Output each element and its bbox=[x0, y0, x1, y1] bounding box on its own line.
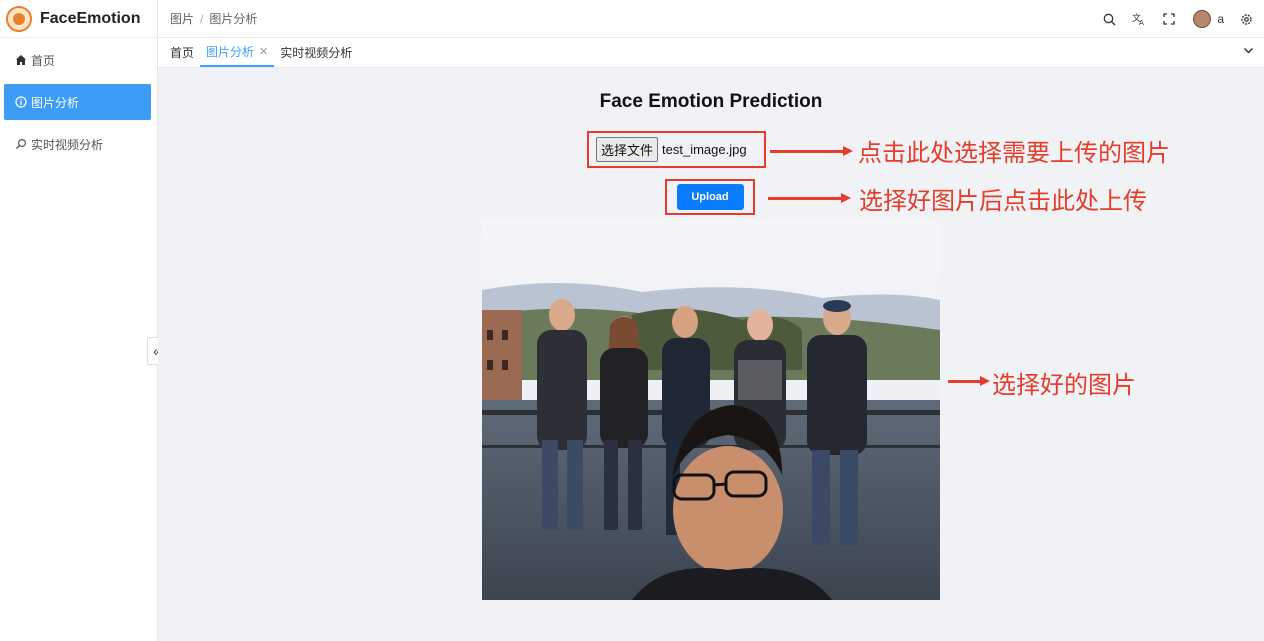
header-actions: 文A a bbox=[1087, 0, 1254, 38]
logo[interactable]: FaceEmotion bbox=[0, 0, 157, 38]
tab-label: 图片分析 bbox=[206, 45, 255, 59]
app-title: FaceEmotion bbox=[40, 9, 141, 27]
upload-button[interactable]: Upload bbox=[676, 184, 744, 210]
choose-file-button[interactable]: 选择文件 bbox=[596, 137, 659, 162]
upload-highlight: Upload bbox=[665, 179, 755, 215]
settings-icon[interactable] bbox=[1238, 11, 1254, 27]
group-selfie-photo bbox=[482, 220, 940, 600]
annotation-image: 选择好的图片 bbox=[992, 372, 1136, 399]
selected-image-preview bbox=[482, 220, 940, 600]
fullscreen-icon[interactable] bbox=[1161, 11, 1177, 27]
info-icon bbox=[14, 96, 28, 108]
file-input-highlight: 选择文件 test_image.jpg bbox=[587, 131, 766, 168]
sidebar-menu: 首页 图片分析 实时视频分析 bbox=[0, 38, 157, 162]
sidebar-item-image-analysis[interactable]: 图片分析 bbox=[4, 84, 151, 120]
tab-realtime-video[interactable]: 实时视频分析 bbox=[274, 38, 358, 67]
tabs-bar: 首页 图片分析 ✕ 实时视频分析 bbox=[158, 38, 1264, 68]
main-content: Face Emotion Prediction 选择文件 test_image.… bbox=[158, 68, 1264, 641]
avatar[interactable] bbox=[1193, 10, 1212, 28]
sidebar-item-label: 实时视频分析 bbox=[31, 137, 104, 152]
username[interactable]: a bbox=[1217, 12, 1224, 26]
annotation-arrow bbox=[770, 146, 853, 156]
logo-icon bbox=[6, 5, 32, 32]
chevron-down-icon[interactable] bbox=[1243, 45, 1254, 59]
home-icon bbox=[14, 54, 28, 66]
sidebar-item-label: 首页 bbox=[31, 53, 56, 68]
close-icon[interactable]: ✕ bbox=[259, 45, 268, 58]
tab-home[interactable]: 首页 bbox=[164, 38, 200, 67]
annotation-choose: 点击此处选择需要上传的图片 bbox=[858, 140, 1170, 167]
annotation-upload: 选择好图片后点击此处上传 bbox=[859, 188, 1147, 215]
breadcrumb: 图片 / 图片分析 bbox=[170, 10, 257, 27]
annotation-arrow bbox=[768, 193, 851, 203]
breadcrumb-separator: / bbox=[200, 11, 204, 26]
sidebar-item-home[interactable]: 首页 bbox=[4, 42, 151, 78]
breadcrumb-item[interactable]: 图片 bbox=[170, 10, 194, 27]
tab-label: 实时视频分析 bbox=[280, 46, 353, 60]
search-icon bbox=[14, 138, 28, 150]
translate-icon[interactable]: 文A bbox=[1131, 11, 1147, 27]
sidebar: FaceEmotion 首页 图片分析 实时视频分析 bbox=[0, 0, 158, 641]
breadcrumb-item: 图片分析 bbox=[209, 12, 258, 26]
tab-label: 首页 bbox=[170, 46, 195, 60]
sidebar-item-realtime-video[interactable]: 实时视频分析 bbox=[4, 126, 151, 162]
file-name: test_image.jpg bbox=[662, 142, 747, 157]
tab-image-analysis[interactable]: 图片分析 ✕ bbox=[200, 38, 275, 67]
svg-text:A: A bbox=[1139, 19, 1144, 26]
annotation-arrow bbox=[948, 376, 990, 386]
page-title: Face Emotion Prediction bbox=[599, 91, 823, 112]
search-icon[interactable] bbox=[1101, 11, 1117, 27]
sidebar-item-label: 图片分析 bbox=[31, 95, 80, 110]
top-header: 图片 / 图片分析 文A a bbox=[158, 0, 1264, 38]
